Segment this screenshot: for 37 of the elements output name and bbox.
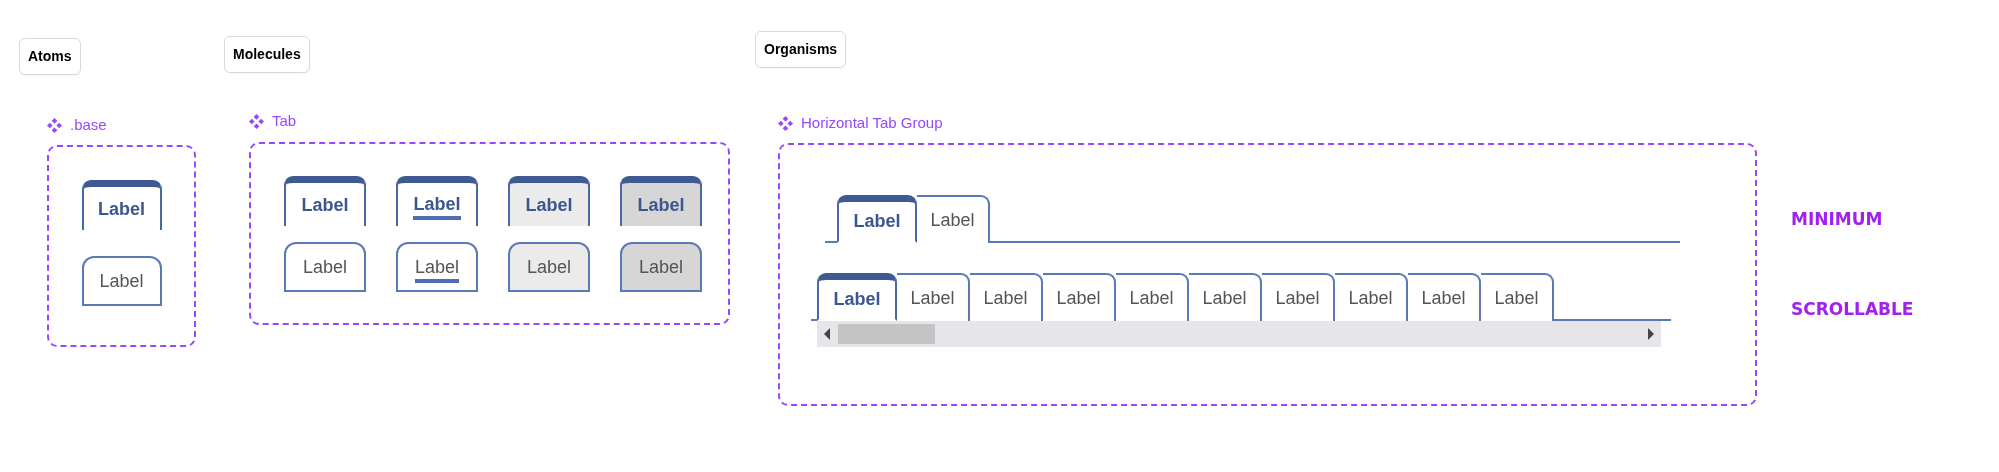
- component-icon: [778, 115, 793, 131]
- section-label: Molecules: [224, 36, 310, 73]
- tab[interactable]: Label: [837, 195, 917, 243]
- tab[interactable]: Label: [81, 180, 162, 230]
- component-title: Tab: [272, 111, 297, 131]
- tab[interactable]: Label: [81, 256, 162, 306]
- tab[interactable]: Label: [284, 176, 366, 226]
- tab[interactable]: Label: [1408, 273, 1481, 321]
- scrollbar[interactable]: [817, 321, 1661, 347]
- tab[interactable]: Label: [917, 195, 990, 243]
- component-title: .base: [70, 115, 107, 135]
- scroll-left-icon[interactable]: [823, 328, 831, 340]
- scrollbar-thumb[interactable]: [838, 324, 935, 344]
- tab[interactable]: Label: [620, 242, 702, 292]
- tab[interactable]: Label: [508, 176, 590, 226]
- tab[interactable]: Label: [1481, 273, 1554, 321]
- tab[interactable]: Label: [284, 242, 366, 292]
- tab[interactable]: Label: [396, 176, 478, 226]
- scroll-right-icon[interactable]: [1647, 328, 1655, 340]
- tab[interactable]: Label: [1335, 273, 1408, 321]
- section-label: Organisms: [755, 31, 847, 68]
- component-icon: [47, 117, 62, 133]
- tab[interactable]: Label: [508, 242, 590, 292]
- variant-label: MINIMUM: [1791, 208, 1883, 231]
- tab[interactable]: Label: [1262, 273, 1335, 321]
- variant-label: SCROLLABLE: [1791, 298, 1914, 321]
- tab[interactable]: Label: [1116, 273, 1189, 321]
- tab[interactable]: Label: [620, 176, 702, 226]
- tab[interactable]: Label: [396, 242, 478, 292]
- component-title: Horizontal Tab Group: [801, 113, 943, 133]
- component-icon: [249, 113, 264, 129]
- tab[interactable]: Label: [970, 273, 1043, 321]
- section-label: Atoms: [19, 38, 81, 75]
- tab[interactable]: Label: [897, 273, 970, 321]
- tab[interactable]: Label: [817, 273, 897, 321]
- tab[interactable]: Label: [1189, 273, 1262, 321]
- tab[interactable]: Label: [1043, 273, 1116, 321]
